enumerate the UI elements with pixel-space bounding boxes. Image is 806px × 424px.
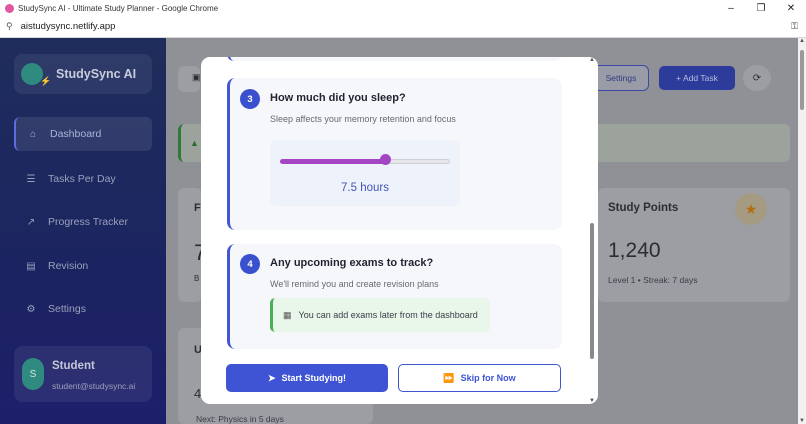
sidebar-item-label: Tasks Per Day	[48, 173, 116, 185]
sleep-slider-handle[interactable]	[379, 154, 391, 165]
step-number: 3	[240, 89, 260, 109]
refresh-icon[interactable]: ⟳	[743, 65, 771, 91]
next-exam-text: Next: Physics in 5 days	[196, 414, 284, 424]
restore-button[interactable]: ❐	[746, 0, 776, 16]
browser-title-bar: StudySync AI - Ultimate Study Planner - …	[0, 0, 806, 16]
step-title: Any upcoming exams to track?	[270, 257, 434, 269]
user-email: student@studysync.ai	[52, 381, 136, 391]
brand-name: StudySync AI	[56, 67, 137, 81]
brand[interactable]: ⚡ StudySync AI	[14, 54, 152, 94]
step-subtitle: We'll remind you and create revision pla…	[270, 279, 439, 289]
book-icon: ▤	[26, 260, 36, 272]
stats-card-left-letter: F	[194, 202, 201, 214]
exam-note-text: You can add exams later from the dashboa…	[298, 310, 478, 320]
home-icon: ⌂	[29, 128, 37, 140]
study-points-meta: Level 1 • Streak: 7 days	[608, 275, 698, 285]
step-number: 4	[240, 254, 260, 274]
window-title: StudySync AI - Ultimate Study Planner - …	[18, 3, 219, 13]
password-key-icon[interactable]: ⚿	[791, 21, 798, 32]
page-scroll-up-arrow-icon[interactable]: ▲	[799, 38, 805, 44]
page-scroll-down-arrow-icon[interactable]: ▼	[799, 418, 805, 424]
add-task-button[interactable]: + Add Task	[659, 66, 735, 90]
list-icon: ☰	[26, 173, 36, 185]
chart-icon: ↗	[26, 216, 36, 228]
settings-button[interactable]: Settings	[593, 65, 649, 91]
exam-info-note: ▦ You can add exams later from the dashb…	[270, 298, 490, 332]
avatar: S	[22, 358, 44, 390]
gear-icon: ⚙	[26, 303, 36, 315]
close-window-button[interactable]: ✕	[776, 0, 806, 16]
modal-scrollbar[interactable]: ▲ ▼	[588, 57, 596, 404]
address-bar[interactable]: ⚲ aistudysync.netlify.app ⚿	[0, 16, 806, 38]
sidebar-item-settings[interactable]: ⚙ Settings	[14, 292, 152, 326]
sidebar: ⚡ StudySync AI ⌂ Dashboard ☰ Tasks Per D…	[0, 38, 166, 424]
url-text[interactable]: aistudysync.netlify.app	[21, 21, 116, 32]
study-points-value: 1,240	[608, 239, 661, 262]
scroll-up-arrow-icon[interactable]: ▲	[589, 57, 595, 63]
start-studying-button[interactable]: ➤ Start Studying!	[226, 364, 388, 392]
step-title: How much did you sleep?	[270, 92, 406, 104]
page-scrollbar[interactable]: ▲ ▼	[798, 38, 806, 424]
user-profile-card[interactable]: S Student student@studysync.ai	[14, 346, 152, 402]
minimize-button[interactable]: –	[716, 0, 746, 16]
scroll-down-arrow-icon[interactable]: ▼	[589, 398, 595, 404]
sidebar-item-label: Dashboard	[50, 128, 102, 140]
modal-scrollbar-thumb[interactable]	[590, 223, 594, 359]
skip-label: Skip for Now	[460, 373, 516, 383]
star-icon: ★	[735, 193, 767, 225]
sleep-input-box: 7.5 hours	[270, 140, 460, 206]
page-scrollbar-thumb[interactable]	[800, 50, 804, 110]
step-card-previous	[227, 57, 562, 61]
calendar-icon: ▣	[192, 72, 201, 82]
sleep-value: 7.5 hours	[341, 182, 389, 194]
site-info-icon[interactable]: ⚲	[6, 21, 13, 32]
fast-forward-icon: ⏩	[443, 372, 455, 383]
study-points-title: Study Points	[608, 202, 679, 214]
onboarding-modal: 3 How much did you sleep? Sleep affects …	[201, 57, 598, 404]
step-card-sleep: 3 How much did you sleep? Sleep affects …	[227, 78, 562, 230]
calendar-icon: ▦	[283, 309, 292, 320]
step-card-exams: 4 Any upcoming exams to track? We'll rem…	[227, 244, 562, 349]
warning-icon: ▲	[190, 138, 199, 148]
sidebar-item-label: Revision	[48, 260, 89, 272]
lightning-icon: ⚡	[40, 76, 52, 86]
sidebar-item-revision[interactable]: ▤ Revision	[14, 249, 152, 283]
rocket-icon: ➤	[267, 372, 276, 383]
sidebar-item-label: Progress Tracker	[48, 216, 128, 228]
sidebar-item-dashboard[interactable]: ⌂ Dashboard	[14, 117, 152, 151]
sleep-slider-fill	[280, 159, 386, 164]
start-studying-label: Start Studying!	[281, 373, 347, 383]
app-viewport: ⚡ StudySync AI ⌂ Dashboard ☰ Tasks Per D…	[0, 38, 798, 424]
sidebar-item-label: Settings	[48, 303, 86, 315]
sidebar-item-tasks-per-day[interactable]: ☰ Tasks Per Day	[14, 162, 152, 196]
skip-button[interactable]: ⏩ Skip for Now	[398, 364, 561, 392]
sidebar-item-progress-tracker[interactable]: ↗ Progress Tracker	[14, 205, 152, 239]
favicon-icon	[5, 3, 14, 13]
stats-card-left-meta: B	[194, 274, 200, 283]
user-name: Student	[52, 360, 95, 372]
step-subtitle: Sleep affects your memory retention and …	[270, 114, 456, 124]
